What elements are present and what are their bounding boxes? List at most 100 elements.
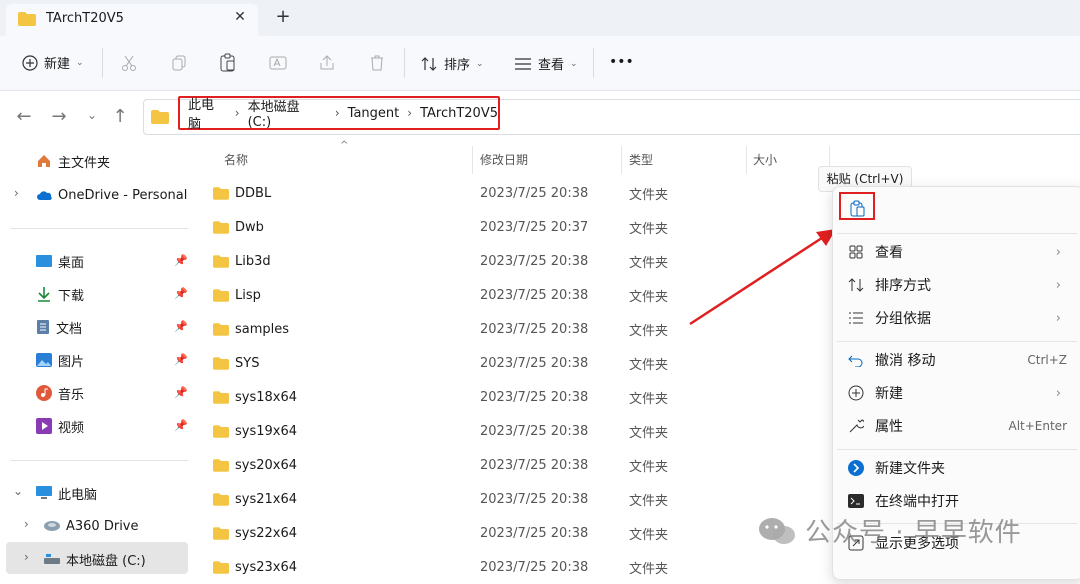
file-row[interactable]: sys20x64 2023/7/25 20:38 文件夹 [213,448,813,482]
close-tab-button[interactable]: ✕ [228,9,252,29]
sidebar-item-videos[interactable]: 视频 [36,415,84,437]
picture-icon [36,353,52,367]
column-header-modified[interactable]: 修改日期 [480,151,528,168]
chevron-right-icon[interactable]: › [24,550,29,564]
breadcrumb-item-thispc[interactable]: 此电脑 [188,94,227,132]
menu-item-new[interactable]: 新建 › [833,377,1080,409]
breadcrumb-item-tarch[interactable]: TArchT20V5 [420,106,498,121]
sidebar-item-onedrive[interactable]: OneDrive - Personal [36,184,187,206]
delete-icon[interactable] [368,54,386,72]
file-date: 2023/7/25 20:38 [480,389,589,405]
menu-item-properties[interactable]: 属性 Alt+Enter [833,410,1080,442]
sidebar-divider [10,460,188,461]
menu-item-label: 查看 [875,245,903,261]
rename-icon[interactable] [269,54,287,72]
cut-icon[interactable] [120,54,138,72]
file-name: samples [235,321,290,337]
share-icon[interactable] [318,54,336,72]
file-date: 2023/7/25 20:38 [480,559,589,575]
folder-icon [213,526,229,540]
wechat-icon [759,517,795,544]
menu-item-view[interactable]: 查看 › [833,236,1080,268]
sidebar-item-home[interactable]: 主文件夹 [36,150,110,172]
folder-icon [213,288,229,302]
file-row[interactable]: SYS 2023/7/25 20:38 文件夹 [213,346,813,380]
file-name-cell: SYS [213,356,259,371]
up-arrow-icon[interactable]: ↑ [108,106,132,127]
paste-icon[interactable] [219,53,237,73]
chevron-right-icon[interactable]: › [14,186,19,200]
sidebar-item-thispc[interactable]: 此电脑 [36,482,97,504]
file-name: sys18x64 [235,389,298,405]
chevron-right-icon[interactable]: › [24,517,29,531]
more-options-button[interactable]: ••• [609,54,634,70]
pin-icon[interactable]: 📌 [174,287,188,300]
toolbar-divider [593,48,594,78]
sort-arrows-icon [421,56,437,71]
view-button[interactable]: 查看 ⌄ [514,54,578,73]
breadcrumb-item-c-drive[interactable]: 本地磁盘 (C:) [248,96,327,130]
folder-icon [151,110,169,124]
new-tab-button[interactable]: + [272,6,294,28]
folder-icon [18,12,36,26]
sort-ascending-icon: ^ [340,140,349,151]
back-arrow-icon[interactable]: ← [12,106,36,127]
column-header-type[interactable]: 类型 [629,151,653,168]
file-row[interactable]: sys21x64 2023/7/25 20:38 文件夹 [213,482,813,516]
file-row[interactable]: sys19x64 2023/7/25 20:38 文件夹 [213,414,813,448]
sidebar-item-local-disk[interactable]: 本地磁盘 (C:) [44,548,146,570]
column-header-name[interactable]: 名称 [224,151,248,168]
drive-icon [44,554,60,564]
recent-chevron-icon[interactable]: ⌄ [80,108,104,122]
sort-arrows-icon [847,276,865,294]
file-row[interactable]: sys22x64 2023/7/25 20:38 文件夹 [213,516,813,550]
window-tab[interactable]: TArchT20V5 ✕ [6,4,258,36]
menu-item-label: 分组依据 [875,311,931,327]
download-icon [38,287,50,302]
file-type: 文件夹 [629,493,669,509]
watermark-text: 公众号 · 早早软件 [805,518,1022,548]
watermark: 公众号 · 早早软件 [757,512,1022,549]
column-header-size[interactable]: 大小 [753,151,777,168]
column-divider[interactable] [746,146,747,174]
chevron-down-icon[interactable]: ⌄ [13,484,23,498]
file-type: 文件夹 [629,527,669,543]
file-date: 2023/7/25 20:37 [480,219,589,235]
sidebar-item-a360[interactable]: A360 Drive [44,515,139,537]
menu-item-new-folder[interactable]: 新建文件夹 [833,452,1080,484]
wrench-icon [847,417,865,435]
sidebar-item-documents[interactable]: 文档 [36,316,82,338]
file-row[interactable]: sys23x64 2023/7/25 20:38 文件夹 [213,550,813,584]
pin-icon[interactable]: 📌 [174,320,188,333]
menu-item-sort-by[interactable]: 排序方式 › [833,269,1080,301]
column-divider[interactable] [621,146,622,174]
breadcrumb-item-tangent[interactable]: Tangent [348,106,400,121]
sidebar-item-downloads[interactable]: 下载 [36,283,84,305]
pin-icon[interactable]: 📌 [174,353,188,366]
file-row[interactable]: sys18x64 2023/7/25 20:38 文件夹 [213,380,813,414]
sidebar-item-music[interactable]: 音乐 [36,382,84,404]
menu-divider [837,233,1077,234]
sort-button[interactable]: 排序 ⌄ [420,54,484,73]
sidebar-item-pictures[interactable]: 图片 [36,349,84,371]
grid-icon [847,243,865,261]
menu-item-label: 撤消 移动 [875,353,936,369]
menu-item-label: 在终端中打开 [875,494,959,510]
file-date: 2023/7/25 20:38 [480,287,589,303]
chevron-right-icon: › [1055,277,1061,293]
file-type: 文件夹 [629,289,669,305]
copy-icon[interactable] [170,54,188,72]
new-button[interactable]: 新建 ⌄ [22,53,84,72]
menu-item-undo[interactable]: 撤消 移动 Ctrl+Z [833,344,1080,376]
pin-icon[interactable]: 📌 [174,254,188,267]
file-name-cell: samples [213,322,289,337]
home-icon [38,155,50,167]
column-divider[interactable] [472,146,473,174]
forward-arrow-icon[interactable]: → [47,106,71,127]
pin-icon[interactable]: 📌 [174,419,188,432]
pin-icon[interactable]: 📌 [174,386,188,399]
sidebar-item-label: 音乐 [58,387,85,403]
menu-item-group-by[interactable]: 分组依据 › [833,302,1080,334]
sidebar-item-desktop[interactable]: 桌面 [36,250,84,272]
file-row[interactable]: DDBL 2023/7/25 20:38 文件夹 [213,176,813,210]
